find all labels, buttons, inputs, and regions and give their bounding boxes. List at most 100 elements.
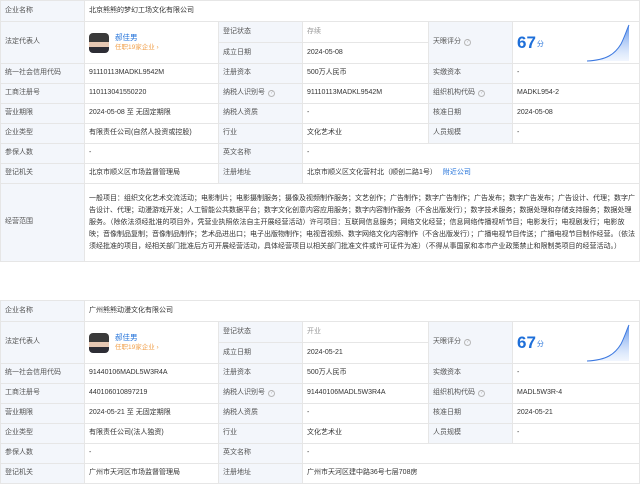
status-values: 存续 2024-05-08 bbox=[303, 22, 429, 63]
industry: 文化艺术业 bbox=[303, 424, 429, 443]
legal-rep[interactable]: 郝佳男 任职19家企业 › bbox=[89, 32, 214, 53]
credit-code: 91440106MADL5W3R4A bbox=[85, 364, 219, 383]
reg-capital: 500万人民币 bbox=[303, 364, 429, 383]
help-icon[interactable]: ? bbox=[464, 39, 471, 46]
label-industry: 行业 bbox=[219, 124, 303, 143]
approved-date: 2024-05-08 bbox=[513, 104, 640, 123]
company-type: 有限责任公司(自然人投资或控股) bbox=[85, 124, 219, 143]
en-name: - bbox=[303, 444, 640, 463]
legal-rep[interactable]: 郝佳男 任职19家企业 › bbox=[89, 332, 214, 353]
label-scope: 经营范围 bbox=[1, 184, 85, 261]
reg-status: 开业 bbox=[303, 322, 428, 343]
label-authority: 登记机关 bbox=[1, 464, 85, 483]
label-authority: 登记机关 bbox=[1, 164, 85, 183]
term: 2024-05-08 至 无固定期限 bbox=[85, 104, 219, 123]
label-taxpayer-qual: 纳税人资质 bbox=[219, 104, 303, 123]
legal-rep-positions[interactable]: 任职19家企业 › bbox=[115, 344, 159, 352]
reg-address-text: 北京市顺义区文化营村北（顺创二路1号） bbox=[307, 169, 437, 177]
insured: - bbox=[85, 444, 219, 463]
company-name[interactable]: 广州熊熊动漫文化有限公司 bbox=[85, 301, 640, 321]
label-reg-capital: 注册资本 bbox=[219, 364, 303, 383]
taxpayer-qual: - bbox=[303, 104, 429, 123]
label-company-name: 企业名称 bbox=[1, 1, 85, 21]
help-icon[interactable]: ? bbox=[464, 339, 471, 346]
nearby-companies-link[interactable]: 附近公司 bbox=[443, 169, 471, 178]
label-en-name: 英文名称 bbox=[219, 444, 303, 463]
company-type: 有限责任公司(法人独资) bbox=[85, 424, 219, 443]
label-staff-size: 人员规模 bbox=[429, 124, 513, 143]
status-labels: 登记状态 成立日期 bbox=[219, 22, 303, 63]
label-tianyan-score: 天眼评分 ? bbox=[429, 322, 513, 363]
label-org-code: 组织机构代码? bbox=[429, 384, 513, 403]
company-card-2: 企业名称 广州熊熊动漫文化有限公司 法定代表人 郝佳男 任职19家企业 › 登记… bbox=[0, 300, 640, 484]
label-taxpayer-id-text: 纳税人识别号 bbox=[223, 89, 265, 97]
label-industry: 行业 bbox=[219, 424, 303, 443]
help-icon[interactable]: ? bbox=[478, 90, 485, 97]
label-company-type: 企业类型 bbox=[1, 424, 85, 443]
label-tianyan-score: 天眼评分 ? bbox=[429, 22, 513, 63]
label-taxpayer-id: 纳税人识别号? bbox=[219, 384, 303, 403]
taxpayer-id: 91110113MADKL9542M bbox=[303, 84, 429, 103]
score-curve-icon bbox=[587, 324, 630, 361]
label-reg-status: 登记状态 bbox=[219, 322, 302, 343]
reg-capital: 500万人民币 bbox=[303, 64, 429, 83]
founded-date: 2024-05-08 bbox=[307, 48, 343, 56]
biz-reg-no: 440106010897219 bbox=[85, 384, 219, 403]
label-term: 营业期限 bbox=[1, 104, 85, 123]
founded-date: 2024-05-21 bbox=[307, 348, 343, 356]
legal-rep-cell: 郝佳男 任职19家企业 › bbox=[85, 322, 219, 363]
taxpayer-qual: - bbox=[303, 404, 429, 423]
label-term: 营业期限 bbox=[1, 404, 85, 423]
label-biz-reg-no: 工商注册号 bbox=[1, 384, 85, 403]
label-insured: 参保人数 bbox=[1, 444, 85, 463]
tianyan-score[interactable]: 67 分 bbox=[513, 322, 640, 363]
label-credit-code: 统一社会信用代码 bbox=[1, 64, 85, 83]
label-company-name: 企业名称 bbox=[1, 301, 85, 321]
label-company-type: 企业类型 bbox=[1, 124, 85, 143]
label-org-code-text: 组织机构代码 bbox=[433, 389, 475, 397]
label-approved: 核准日期 bbox=[429, 104, 513, 123]
label-staff-size: 人员规模 bbox=[429, 424, 513, 443]
legal-rep-cell: 郝佳男 任职19家企业 › bbox=[85, 22, 219, 63]
credit-code: 91110113MADKL9542M bbox=[85, 64, 219, 83]
help-icon[interactable]: ? bbox=[268, 90, 275, 97]
business-scope: 一般项目：组织文化艺术交流活动；电影制片；电影摄制服务；摄像及视频制作服务；文艺… bbox=[85, 184, 640, 261]
legal-rep-name[interactable]: 郝佳男 bbox=[115, 333, 159, 342]
biz-reg-no: 110113041550220 bbox=[85, 84, 219, 103]
label-en-name: 英文名称 bbox=[219, 144, 303, 163]
label-org-code-text: 组织机构代码 bbox=[433, 89, 475, 97]
label-legal-rep: 法定代表人 bbox=[1, 22, 85, 63]
score-unit: 分 bbox=[536, 41, 544, 49]
org-code: MADL5W3R-4 bbox=[513, 384, 640, 403]
label-tianyan-score-text: 天眼评分 bbox=[433, 38, 461, 46]
reg-address: 广州市天河区建中路36号七层708房 bbox=[303, 464, 640, 483]
company-name[interactable]: 北京熊熊的梦幻工场文化有限公司 bbox=[85, 1, 640, 21]
staff-size: - bbox=[513, 124, 640, 143]
reg-address: 北京市顺义区文化营村北（顺创二路1号） 附近公司 bbox=[303, 164, 640, 183]
label-insured: 参保人数 bbox=[1, 144, 85, 163]
label-approved: 核准日期 bbox=[429, 404, 513, 423]
help-icon[interactable]: ? bbox=[268, 390, 275, 397]
label-org-code: 组织机构代码? bbox=[429, 84, 513, 103]
score-curve-icon bbox=[587, 24, 630, 61]
status-values: 开业 2024-05-21 bbox=[303, 322, 429, 363]
label-legal-rep: 法定代表人 bbox=[1, 322, 85, 363]
label-reg-address: 注册地址 bbox=[219, 164, 303, 183]
paid-capital: - bbox=[513, 64, 640, 83]
label-tianyan-score-text: 天眼评分 bbox=[433, 338, 461, 346]
avatar bbox=[89, 332, 109, 353]
legal-rep-name[interactable]: 郝佳男 bbox=[115, 33, 159, 42]
label-taxpayer-qual: 纳税人资质 bbox=[219, 404, 303, 423]
legal-rep-positions[interactable]: 任职19家企业 › bbox=[115, 44, 159, 52]
tianyan-score[interactable]: 67 分 bbox=[513, 22, 640, 63]
label-paid-capital: 实缴资本 bbox=[429, 64, 513, 83]
insured: - bbox=[85, 144, 219, 163]
reg-address-text: 广州市天河区建中路36号七层708房 bbox=[307, 469, 418, 477]
staff-size: - bbox=[513, 424, 640, 443]
status-labels: 登记状态 成立日期 bbox=[219, 322, 303, 363]
help-icon[interactable]: ? bbox=[478, 390, 485, 397]
approved-date: 2024-05-21 bbox=[513, 404, 640, 423]
score-value: 67 bbox=[517, 32, 536, 52]
authority: 广州市天河区市场监督管理局 bbox=[85, 464, 219, 483]
label-biz-reg-no: 工商注册号 bbox=[1, 84, 85, 103]
